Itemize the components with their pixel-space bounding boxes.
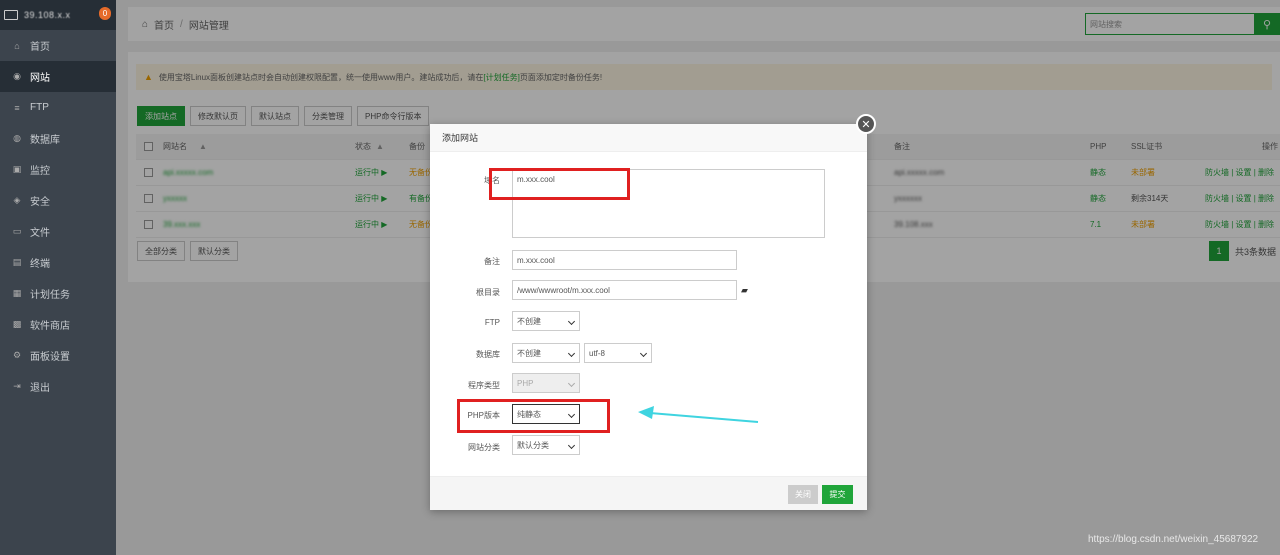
ftp-select[interactable]: 不创建 <box>512 311 580 331</box>
sidebar-item-label: 网站 <box>30 73 50 84</box>
sidebar-item-label: 监控 <box>30 166 50 177</box>
program-type-select: PHP <box>512 373 580 393</box>
program-type-label: 程序类型 <box>468 381 500 390</box>
notification-badge[interactable]: 0 <box>99 7 111 20</box>
ftp-icon: ≡ <box>14 102 20 113</box>
server-header: 39.108.x.x 0 <box>0 0 116 30</box>
sidebar-item-4[interactable]: ▣ 监控 <box>0 154 116 185</box>
home-icon: ⌂ <box>14 40 20 51</box>
database-label: 数据库 <box>476 350 500 359</box>
calendar-icon: ▦ <box>12 288 22 298</box>
php-version-highlight-box <box>457 399 610 433</box>
root-dir-label: 根目录 <box>476 288 500 297</box>
sidebar-item-11[interactable]: ⇥ 退出 <box>0 371 116 402</box>
submit-button[interactable]: 提交 <box>822 485 853 504</box>
sidebar-item-2[interactable]: ≡ FTP <box>0 92 116 123</box>
remark-label: 备注 <box>484 257 500 266</box>
sidebar-item-label: 计划任务 <box>30 290 70 301</box>
sidebar-item-7[interactable]: ▤ 终端 <box>0 247 116 278</box>
globe-icon: ◉ <box>13 71 21 81</box>
sidebar-item-9[interactable]: ▩ 软件商店 <box>0 309 116 340</box>
shield-icon: ◈ <box>13 195 21 205</box>
domain-highlight-box <box>489 168 630 200</box>
site-category-label: 网站分类 <box>468 443 500 452</box>
sidebar-item-label: FTP <box>30 102 49 113</box>
close-button[interactable]: 关闭 <box>788 485 818 504</box>
sidebar-item-label: 终端 <box>30 259 50 270</box>
apps-icon: ▩ <box>12 319 22 329</box>
sidebar-item-label: 安全 <box>30 197 50 208</box>
sidebar-item-1[interactable]: ◉ 网站 <box>0 61 116 92</box>
folder-icon: ▭ <box>12 226 22 236</box>
close-icon[interactable]: ✕ <box>856 114 876 134</box>
logout-icon: ⇥ <box>13 381 21 391</box>
sidebar-item-label: 面板设置 <box>30 352 70 363</box>
gear-icon: ⚙ <box>12 350 22 360</box>
sidebar-item-label: 退出 <box>30 383 50 394</box>
annotation-arrow <box>638 406 759 423</box>
sidebar-item-label: 软件商店 <box>30 321 70 332</box>
sidebar-item-label: 数据库 <box>30 135 60 146</box>
root-dir-input[interactable]: /www/wwwroot/m.xxx.cool <box>512 280 737 300</box>
modal-title: 添加网站 <box>430 124 867 152</box>
terminal-icon: ▤ <box>12 257 22 267</box>
database-select[interactable]: 不创建 <box>512 343 580 363</box>
monitor-icon: ▣ <box>12 164 22 174</box>
sidebar-item-6[interactable]: ▭ 文件 <box>0 216 116 247</box>
charset-select[interactable]: utf-8 <box>584 343 652 363</box>
folder-open-icon[interactable]: ▰ <box>741 285 748 296</box>
sidebar-item-0[interactable]: ⌂ 首页 <box>0 30 116 61</box>
sidebar-item-3[interactable]: ◍ 数据库 <box>0 123 116 154</box>
site-category-select[interactable]: 默认分类 <box>512 435 580 455</box>
remark-input[interactable]: m.xxx.cool <box>512 250 737 270</box>
modal-footer: 关闭 提交 <box>430 476 867 510</box>
ftp-label: FTP <box>484 318 500 327</box>
sidebar-item-5[interactable]: ◈ 安全 <box>0 185 116 216</box>
sidebar: 39.108.x.x 0 ⌂ 首页 ◉ 网站 ≡ FTP ◍ 数据库 ▣ 监控 ◈ 安全 ▭ 文件 ▤ 终端 ▦… <box>0 0 116 555</box>
sidebar-item-10[interactable]: ⚙ 面板设置 <box>0 340 116 371</box>
database-icon: ◍ <box>13 133 21 143</box>
sidebar-item-label: 文件 <box>30 228 50 239</box>
sidebar-item-label: 首页 <box>30 42 50 53</box>
server-ip: 39.108.x.x <box>24 10 71 20</box>
watermark: https://blog.csdn.net/weixin_45687922 <box>1088 534 1259 545</box>
monitor-icon <box>4 10 18 20</box>
sidebar-item-8[interactable]: ▦ 计划任务 <box>0 278 116 309</box>
